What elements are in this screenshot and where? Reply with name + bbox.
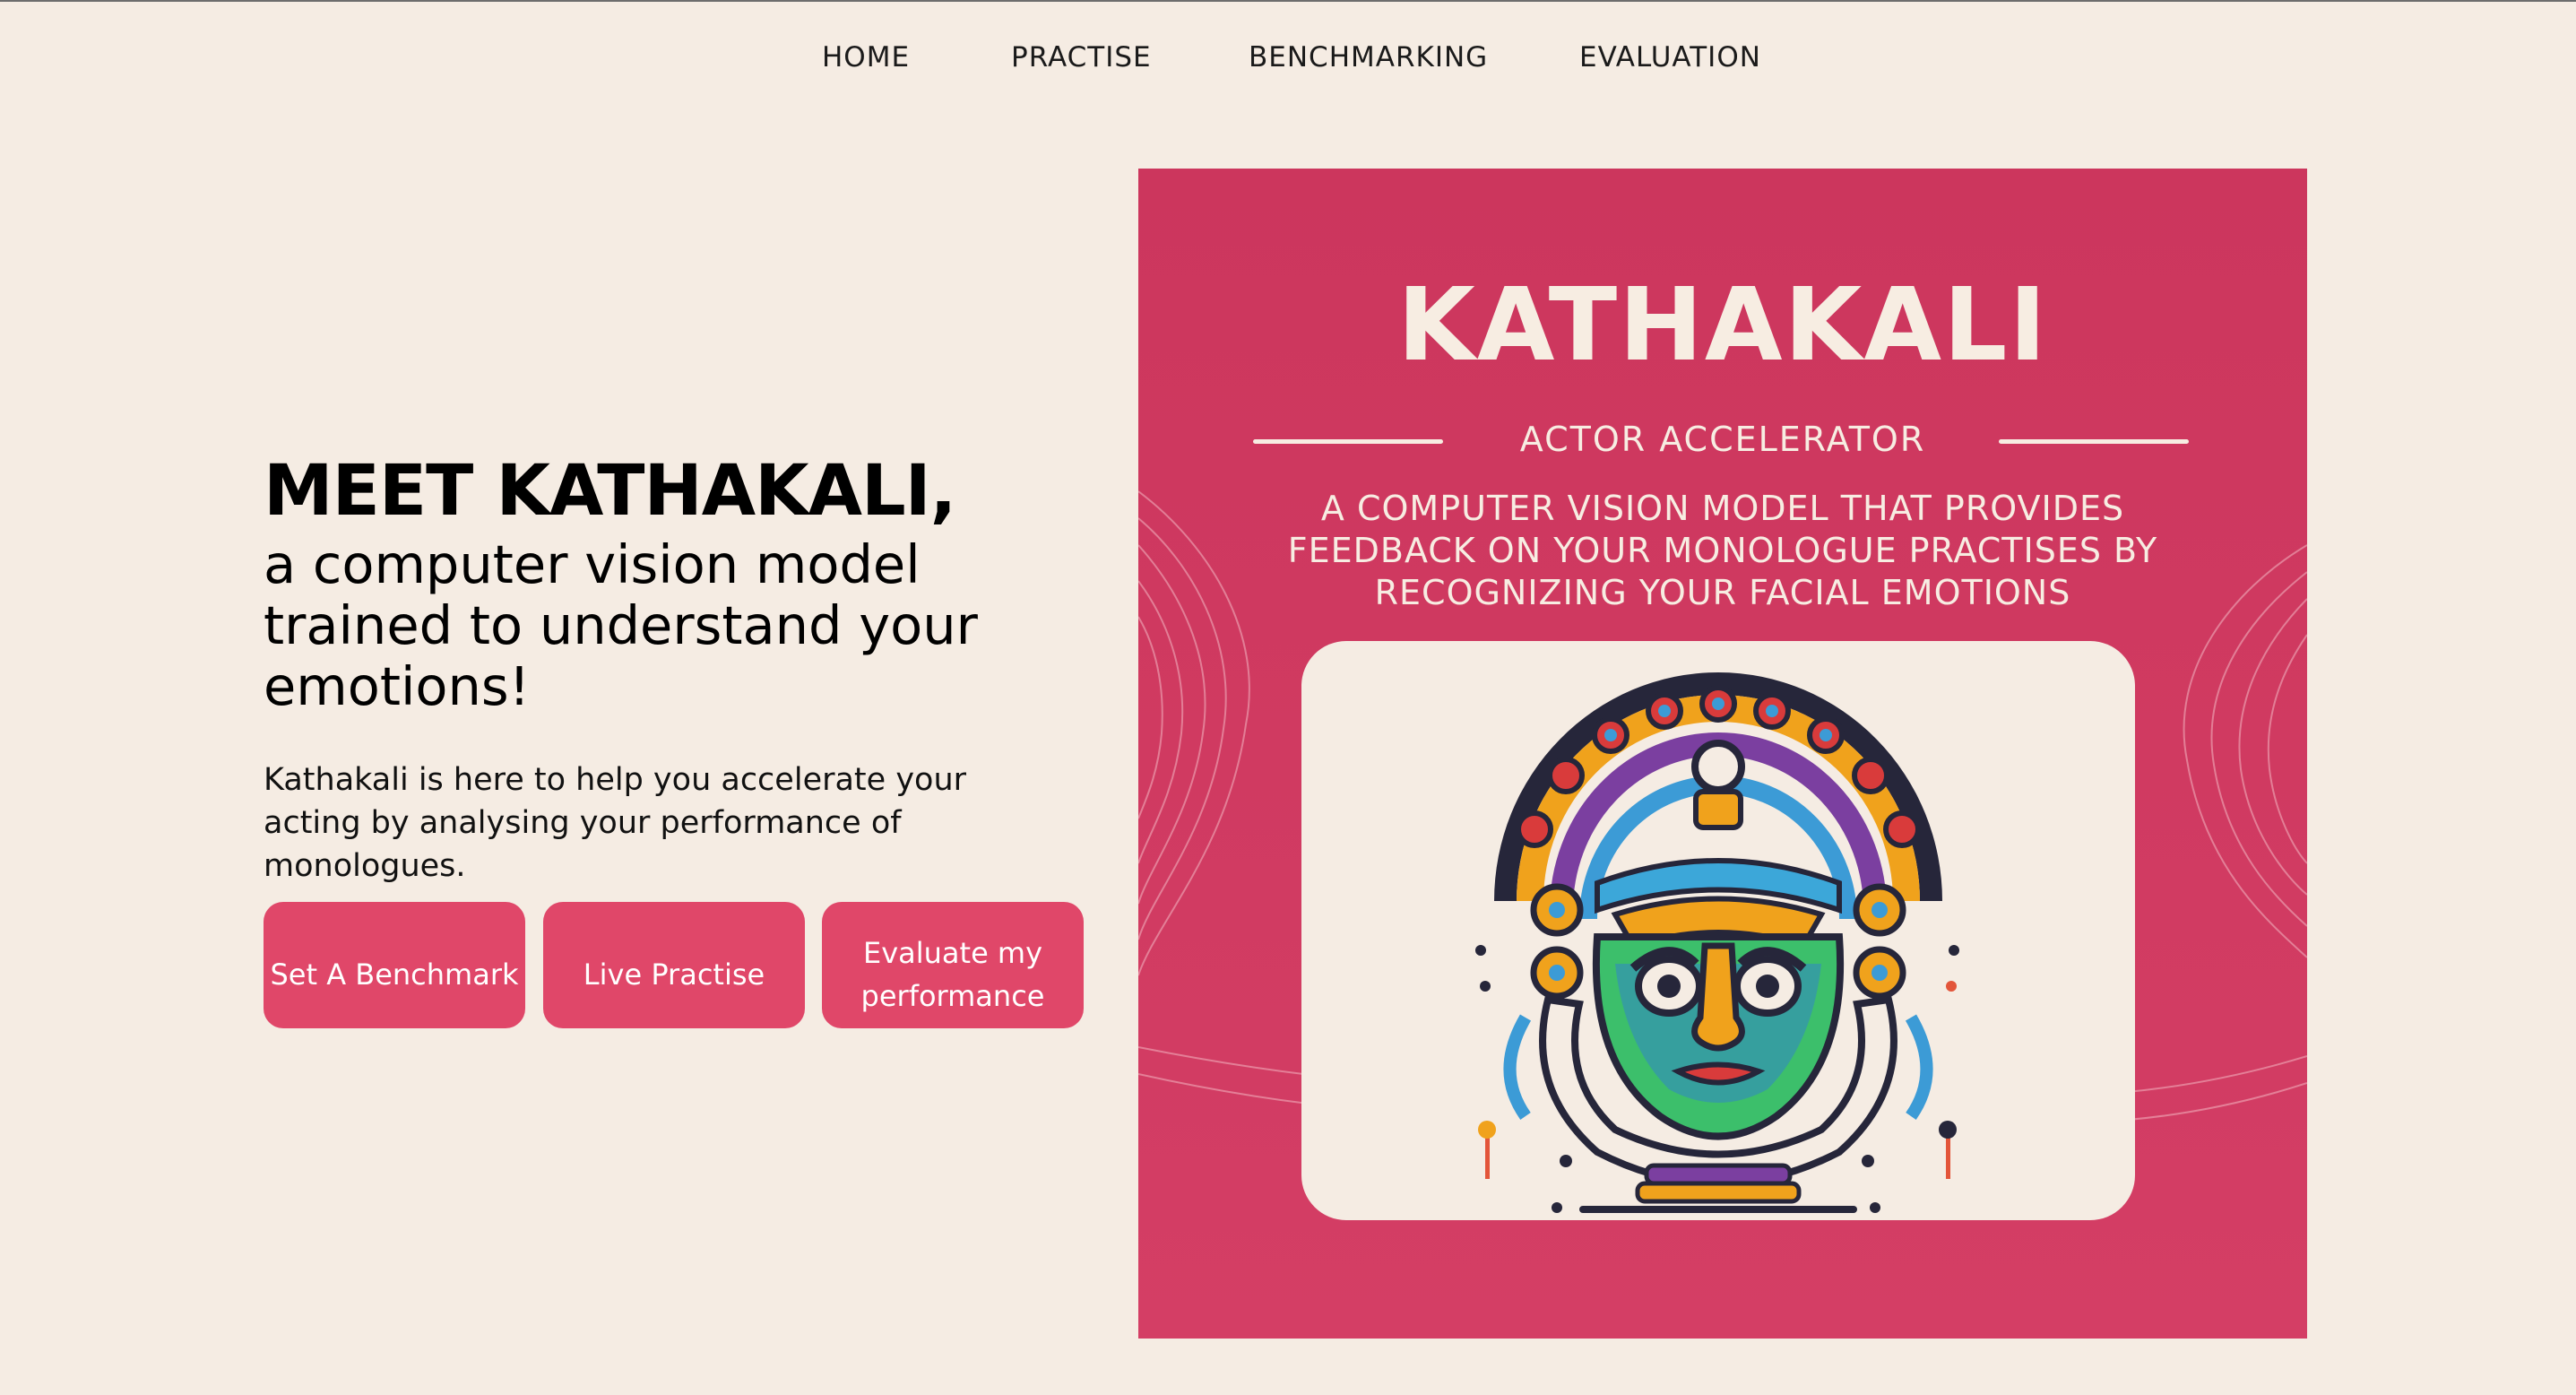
poster-title: KATHAKALI — [1396, 267, 2049, 384]
poster-description: A COMPUTER VISION MODEL THAT PROVIDES FE… — [1287, 489, 2158, 612]
nav-home[interactable]: HOME — [822, 36, 910, 79]
evaluate-performance-button[interactable]: Evaluate my performance — [822, 902, 1084, 1028]
hero-section: MEET KATHAKALI, a computer vision model … — [264, 448, 1124, 888]
set-benchmark-button[interactable]: Set A Benchmark — [264, 902, 525, 1028]
live-practise-button[interactable]: Live Practise — [543, 902, 805, 1028]
hero-description: Kathakali is here to help you accelerate… — [264, 762, 967, 884]
nav-practise[interactable]: PRACTISE — [1011, 36, 1152, 79]
kathakali-mask-icon — [1475, 672, 1959, 1213]
hero-title: MEET KATHAKALI, — [264, 451, 956, 532]
top-nav: HOME PRACTISE BENCHMARKING EVALUATION — [0, 36, 2576, 79]
top-border — [0, 0, 2576, 2]
mask-image-card — [1301, 641, 2135, 1220]
kathakali-poster: KATHAKALI ACTOR ACCELERATOR A COMPUTER V… — [1138, 169, 2307, 1339]
poster-subtitle: ACTOR ACCELERATOR — [1519, 420, 1926, 459]
nav-benchmarking[interactable]: BENCHMARKING — [1249, 36, 1488, 79]
nav-evaluation[interactable]: EVALUATION — [1579, 36, 1761, 79]
hero-subtitle: a computer vision model trained to under… — [264, 533, 978, 717]
